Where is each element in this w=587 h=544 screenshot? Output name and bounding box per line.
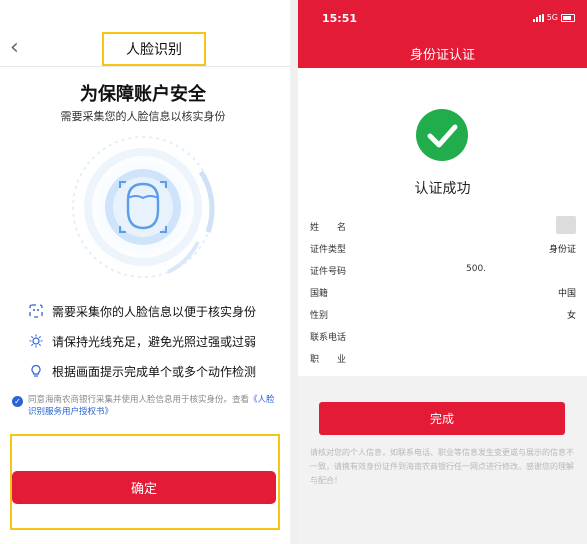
- agreement-text: 同意海南农商银行采集并使用人脸信息用于核实身份。查看: [28, 395, 250, 405]
- tip-item: 请保持光线充足，避免光照过强或过弱: [28, 326, 290, 356]
- confirm-button[interactable]: 确定: [12, 471, 276, 504]
- success-message: 认证成功: [414, 181, 471, 197]
- panel-divider: [290, 0, 298, 544]
- tip-item: 根据画面提示完成单个或多个动作检测: [28, 356, 290, 386]
- battery-icon: [561, 13, 575, 22]
- network-label: 5G: [546, 13, 558, 22]
- info-row-id-number: 证件号码 500.: [310, 260, 576, 282]
- footer-area: 完成 请核对您的个人信息，如联系电话、职业等信息发生变更或与展示的信息不一致，请…: [298, 376, 587, 544]
- info-value: 女: [566, 311, 576, 321]
- page-title: 为保障账户安全: [80, 84, 206, 105]
- info-label: 性别: [310, 311, 329, 321]
- info-row-phone: 联系电话: [310, 326, 576, 348]
- notice-text: 请核对您的个人信息，如联系电话、职业等信息发生变更或与展示的信息不一致，请携有效…: [310, 448, 574, 485]
- info-label: 证件号码: [310, 267, 347, 277]
- lightbulb-icon: [28, 363, 44, 379]
- info-label: 证件类型: [310, 245, 347, 255]
- info-label: 职 业: [310, 355, 347, 365]
- success-check-icon: [416, 109, 468, 161]
- nav-title: 人脸识别: [102, 32, 206, 66]
- tip-text: 需要采集你的人脸信息以便于核实身份: [52, 304, 257, 319]
- id-verification-screen: 15:51 5G 身份证认证 认证成功 姓 名 证件类型 身份证 证件号码 50…: [298, 0, 587, 544]
- info-label: 国籍: [310, 289, 329, 299]
- redacted-value: [556, 216, 576, 234]
- face-scan-illustration: [58, 132, 228, 282]
- info-row-nationality: 国籍 中国: [310, 282, 576, 304]
- status-time: 15:51: [322, 12, 358, 25]
- info-row-occupation: 职 业: [310, 348, 576, 370]
- identity-info: 姓 名 证件类型 身份证 证件号码 500. 国籍 中国 性别 女 联系电话 职…: [310, 216, 576, 370]
- status-icons: 5G: [532, 13, 575, 22]
- signal-icon: [532, 13, 544, 22]
- face-scan-icon: [28, 303, 44, 319]
- tip-item: 需要采集你的人脸信息以便于核实身份: [28, 296, 290, 326]
- back-arrow-icon[interactable]: ‹: [10, 36, 19, 60]
- info-label: 联系电话: [310, 333, 347, 343]
- page-subtitle: 需要采集您的人脸信息以核实身份: [60, 110, 226, 123]
- agreement: ✓ 同意海南农商银行采集并使用人脸信息用于核实身份。查看《人脸识别服务用户授权书…: [12, 394, 282, 418]
- info-value: 中国: [557, 289, 576, 299]
- info-value: 身份证: [548, 245, 576, 255]
- nav-title-text: 人脸识别: [126, 42, 182, 58]
- info-value: 500.: [466, 264, 487, 274]
- page-title: 身份证认证: [409, 48, 475, 63]
- info-row-gender: 性别 女: [310, 304, 576, 326]
- sun-icon: [28, 333, 44, 349]
- tip-text: 请保持光线充足，避免光照过强或过弱: [52, 334, 257, 349]
- agreement-checkbox[interactable]: ✓: [12, 396, 23, 407]
- confirm-button-label: 确定: [130, 482, 157, 497]
- info-row-name: 姓 名: [310, 216, 576, 238]
- nav-divider: [0, 66, 290, 67]
- info-label: 姓 名: [310, 223, 347, 233]
- tips-list: 需要采集你的人脸信息以便于核实身份 请保持光线充足，避免光照过强或过弱 根据画面…: [28, 296, 290, 386]
- face-scan-icon: [69, 133, 217, 281]
- tip-text: 根据画面提示完成单个或多个动作检测: [52, 364, 257, 379]
- header-bar: 15:51 5G 身份证认证: [298, 0, 587, 68]
- face-recognition-screen: ‹ 人脸识别 为保障账户安全 需要采集您的人脸信息以核实身份 需要采集你的人脸信…: [0, 0, 290, 544]
- info-row-id-type: 证件类型 身份证: [310, 238, 576, 260]
- done-button-label: 完成: [429, 412, 454, 426]
- done-button[interactable]: 完成: [319, 402, 565, 435]
